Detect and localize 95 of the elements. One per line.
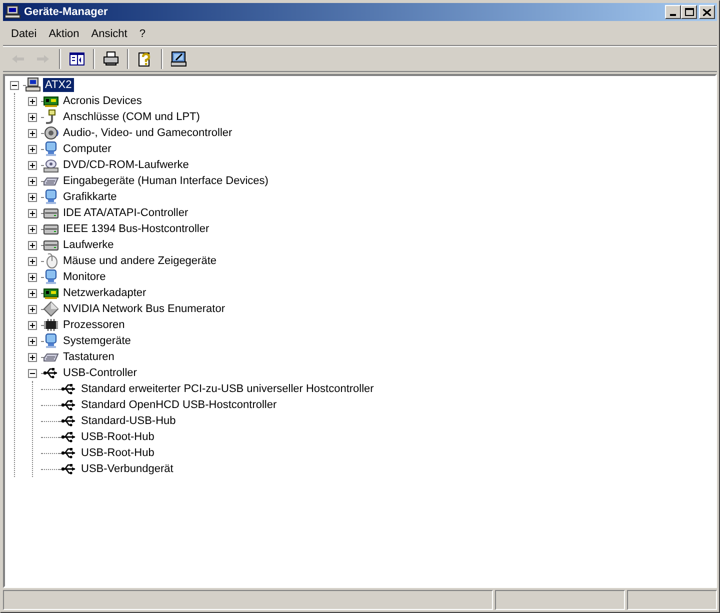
plus-icon <box>30 98 34 104</box>
plus-icon <box>30 338 34 344</box>
expand-toggle[interactable] <box>28 112 36 122</box>
plus-icon <box>30 114 34 120</box>
plus-icon <box>30 226 34 232</box>
usb-icon <box>61 397 77 413</box>
maximize-button[interactable] <box>681 5 697 19</box>
usb-icon <box>43 365 59 381</box>
plus-icon <box>30 354 34 360</box>
menu-item[interactable]: Datei <box>5 26 43 44</box>
disc-drive-icon <box>43 157 59 173</box>
tree-item[interactable]: Monitore <box>61 270 108 284</box>
usb-icon <box>61 413 77 429</box>
tree-item[interactable]: Mäuse und andere Zeigegeräte <box>61 254 218 268</box>
tree-item[interactable]: Standard OpenHCD USB-Hostcontroller <box>79 398 279 412</box>
expand-toggle[interactable] <box>28 304 36 314</box>
expand-toggle[interactable] <box>28 144 36 154</box>
tree-item[interactable]: DVD/CD-ROM-Laufwerke <box>61 158 191 172</box>
plus-icon <box>30 274 34 280</box>
plus-icon <box>30 258 34 264</box>
expand-toggle[interactable] <box>28 256 36 266</box>
expand-toggle[interactable] <box>28 176 36 186</box>
expand-toggle[interactable] <box>28 96 36 106</box>
expand-toggle[interactable] <box>28 288 36 298</box>
expand-toggle[interactable] <box>28 224 36 234</box>
tree-item[interactable]: USB-Root-Hub <box>79 430 156 444</box>
tree-item[interactable]: USB-Verbundgerät <box>79 462 176 476</box>
computer-icon <box>25 77 41 93</box>
plus-icon <box>30 194 34 200</box>
usb-icon <box>61 445 77 461</box>
expand-toggle[interactable] <box>28 240 36 250</box>
monitor-icon <box>43 269 59 285</box>
pane-icon <box>69 51 85 67</box>
menu-item[interactable]: ? <box>133 26 152 44</box>
plus-icon <box>30 242 34 248</box>
minus-icon <box>12 82 16 88</box>
tree-item[interactable]: Standard-USB-Hub <box>79 414 178 428</box>
menu-item[interactable]: Ansicht <box>85 26 134 44</box>
tree-item[interactable]: NVIDIA Network Bus Enumerator <box>61 302 228 316</box>
tree-item[interactable]: Standard erweiterter PCI-zu-USB universeller Hostcontroller <box>79 382 376 396</box>
menu-item[interactable]: Aktion <box>42 26 86 44</box>
monitor-icon <box>43 189 59 205</box>
monitor-icon <box>43 333 59 349</box>
tree-item[interactable]: ATX2 <box>43 78 74 92</box>
plus-icon <box>30 178 34 184</box>
tree-item[interactable]: Acronis Devices <box>61 94 144 108</box>
tree-item[interactable]: Tastaturen <box>61 350 116 364</box>
plus-icon <box>30 162 34 168</box>
collapse-toggle[interactable] <box>10 80 18 90</box>
tree-item[interactable]: USB-Root-Hub <box>79 446 156 460</box>
close-icon <box>703 8 711 16</box>
expand-toggle[interactable] <box>28 160 36 170</box>
usb-icon <box>61 381 77 397</box>
expand-toggle[interactable] <box>28 128 36 138</box>
usb-icon <box>61 461 77 477</box>
tree-item[interactable]: IEEE 1394 Bus-Hostcontroller <box>61 222 212 236</box>
collapse-toggle[interactable] <box>28 368 36 378</box>
monitor-icon <box>171 51 187 67</box>
minimize-button[interactable] <box>665 5 681 19</box>
plus-icon <box>30 130 34 136</box>
help-icon <box>137 51 153 67</box>
plus-icon <box>30 146 34 152</box>
expand-toggle[interactable] <box>28 272 36 282</box>
close-button[interactable] <box>699 5 715 19</box>
printer-icon <box>103 51 119 67</box>
diamond-icon <box>43 301 59 317</box>
speaker-icon <box>43 125 59 141</box>
minus-icon <box>30 370 34 376</box>
computer-icon <box>5 5 21 19</box>
tree-item[interactable]: Systemgeräte <box>61 334 133 348</box>
plus-icon <box>30 210 34 216</box>
monitor-icon <box>43 141 59 157</box>
tree-item[interactable]: Computer <box>61 142 114 156</box>
plus-icon <box>30 306 34 312</box>
expand-toggle[interactable] <box>28 208 36 218</box>
tree-item[interactable]: Eingabegeräte (Human Interface Devices) <box>61 174 270 188</box>
tree-item[interactable]: Laufwerke <box>61 238 116 252</box>
expand-toggle[interactable] <box>28 336 36 346</box>
tree-item[interactable]: USB-Controller <box>61 366 139 380</box>
tree-item[interactable]: Anschlüsse (COM und LPT) <box>61 110 202 124</box>
expand-toggle[interactable] <box>28 320 36 330</box>
maximize-icon <box>684 8 694 16</box>
tree-item[interactable]: IDE ATA/ATAPI-Controller <box>61 206 190 220</box>
plus-icon <box>30 290 34 296</box>
tree-item[interactable]: Netzwerkadapter <box>61 286 148 300</box>
usb-icon <box>61 429 77 445</box>
chip-icon <box>43 317 59 333</box>
expand-toggle[interactable] <box>28 352 36 362</box>
window-title: Geräte-Manager <box>24 4 109 20</box>
expand-toggle[interactable] <box>28 192 36 202</box>
tree-item[interactable]: Grafikkarte <box>61 190 119 204</box>
tree-item[interactable]: Audio-, Video- und Gamecontroller <box>61 126 234 140</box>
plus-icon <box>30 322 34 328</box>
tree-item[interactable]: Prozessoren <box>61 318 127 332</box>
minimize-icon <box>670 14 676 16</box>
